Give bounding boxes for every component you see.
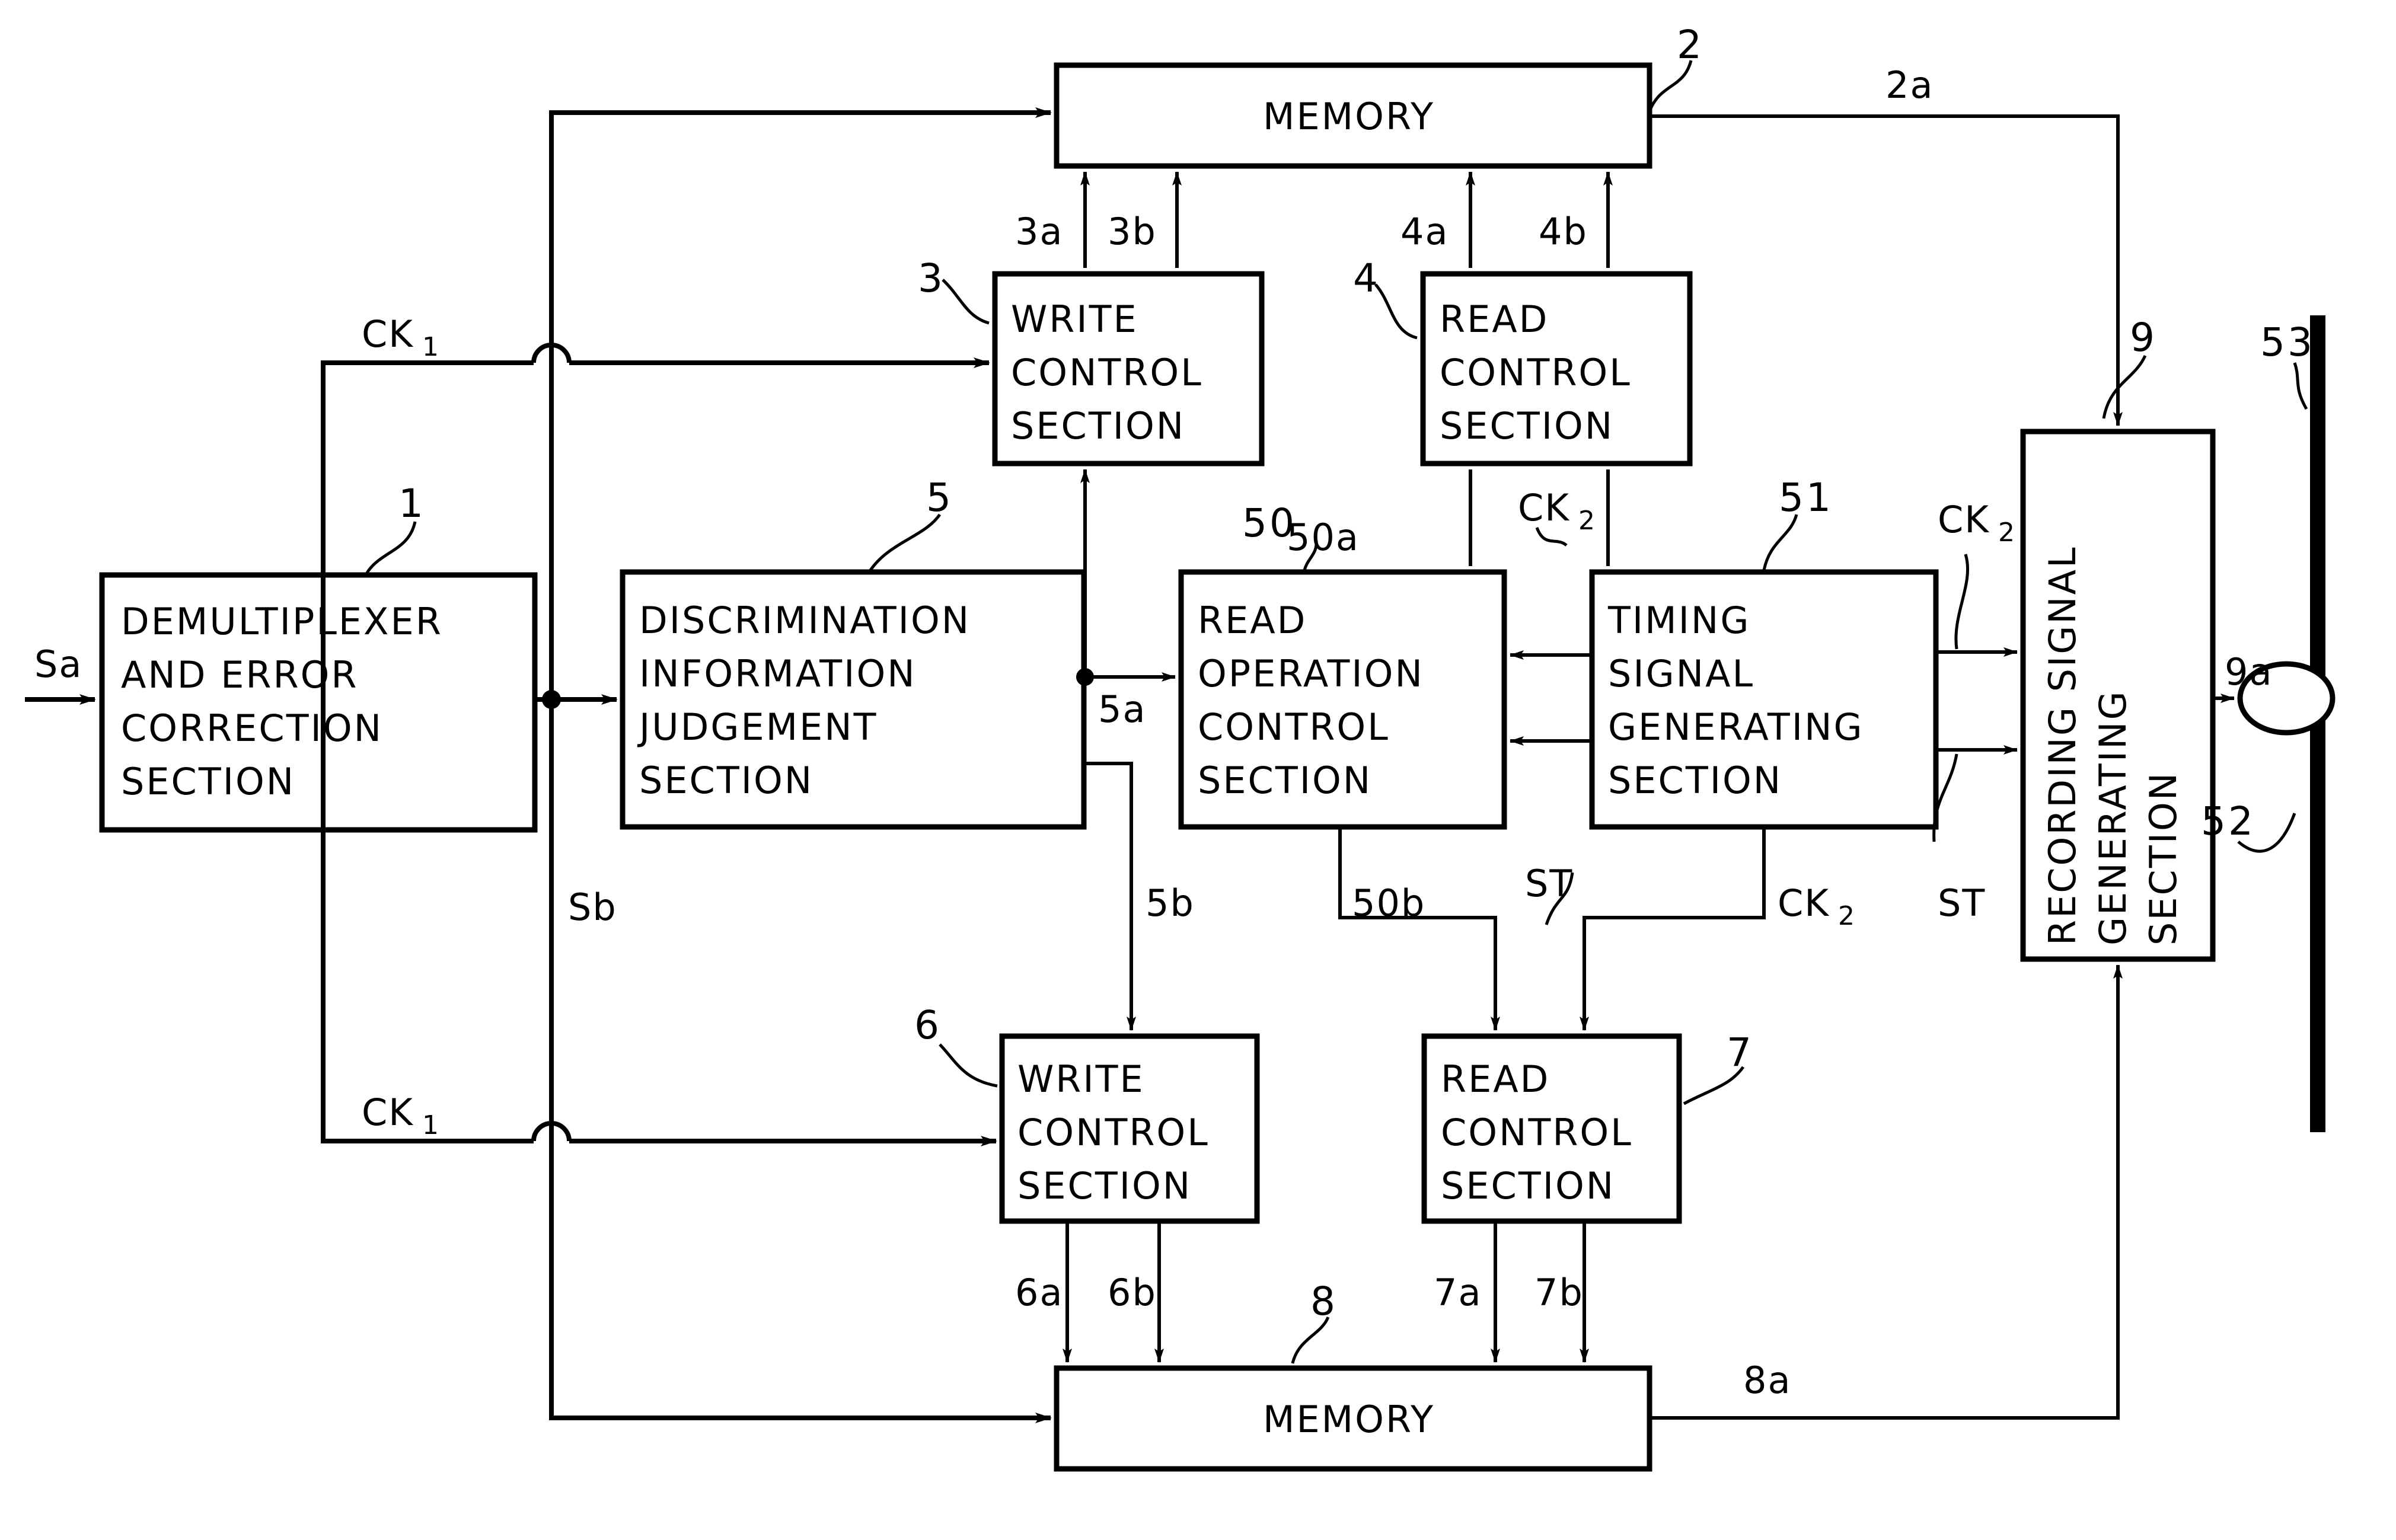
label-demux-line-3: CORRECTION bbox=[121, 707, 383, 750]
label-4b: 4b bbox=[1539, 210, 1588, 253]
ref-1: 1 bbox=[398, 481, 426, 526]
ref-5: 5 bbox=[926, 475, 953, 520]
label-7a: 7a bbox=[1434, 1271, 1482, 1314]
label-8a: 8a bbox=[1743, 1359, 1791, 1402]
label-sb: Sb bbox=[568, 886, 617, 929]
label-ck2-b-sub: 2 bbox=[1838, 901, 1855, 931]
label-discrim-line-2: INFORMATION bbox=[639, 652, 917, 695]
label-ck2-c: CK bbox=[1938, 498, 1990, 541]
label-ck1-lower-sub: 1 bbox=[422, 1110, 439, 1140]
label-recording-line-2: GENERATING bbox=[2091, 689, 2135, 945]
label-5b: 5b bbox=[1146, 881, 1195, 925]
label-50a: 50a bbox=[1287, 516, 1360, 559]
label-timing-line-1: TIMING bbox=[1607, 599, 1750, 642]
ref-8: 8 bbox=[1310, 1279, 1338, 1324]
ref-6: 6 bbox=[914, 1002, 942, 1048]
label-readop-line-1: READ bbox=[1198, 599, 1307, 642]
ref-50: 50 bbox=[1242, 500, 1297, 546]
label-7b: 7b bbox=[1534, 1271, 1584, 1314]
label-ck2-b: CK bbox=[1778, 881, 1830, 925]
label-timing-line-3: GENERATING bbox=[1608, 705, 1864, 749]
label-st-a: ST bbox=[1525, 862, 1573, 905]
label-ck2-a-sub: 2 bbox=[1578, 506, 1595, 536]
label-read4-line-1: READ bbox=[1440, 298, 1549, 341]
label-ck1-upper-sub: 1 bbox=[422, 332, 439, 362]
ref-51: 51 bbox=[1779, 475, 1833, 520]
label-read7-line-3: SECTION bbox=[1441, 1164, 1615, 1207]
label-6b: 6b bbox=[1108, 1271, 1157, 1314]
label-ck1-upper: CK bbox=[362, 312, 414, 356]
ref-53: 53 bbox=[2260, 319, 2315, 365]
ref-3: 3 bbox=[918, 255, 945, 301]
diagram-text-layer: DEMULTIPLEXER AND ERROR CORRECTION SECTI… bbox=[34, 22, 2315, 1441]
label-3b: 3b bbox=[1108, 210, 1157, 253]
label-demux-line-2: AND ERROR bbox=[121, 653, 358, 696]
label-timing-line-4: SECTION bbox=[1608, 759, 1782, 802]
label-ck1-lower: CK bbox=[362, 1091, 414, 1134]
label-ck2-a: CK bbox=[1518, 486, 1570, 529]
label-read7-line-2: CONTROL bbox=[1441, 1111, 1633, 1154]
label-write6-line-3: SECTION bbox=[1017, 1164, 1192, 1207]
label-read4-line-2: CONTROL bbox=[1440, 351, 1632, 394]
ref-7: 7 bbox=[1727, 1030, 1754, 1075]
ref-9: 9 bbox=[2130, 315, 2157, 360]
label-50b: 50b bbox=[1352, 881, 1425, 925]
label-recording-line-3: SECTION bbox=[2142, 771, 2185, 945]
label-write6-line-2: CONTROL bbox=[1017, 1111, 1210, 1154]
label-timing-line-2: SIGNAL bbox=[1608, 652, 1754, 695]
label-write3-line-2: CONTROL bbox=[1011, 351, 1203, 394]
ref-2: 2 bbox=[1677, 22, 1704, 68]
ref-52: 52 bbox=[2201, 798, 2255, 844]
label-recording-line-1: RECORDING SIGNAL bbox=[2041, 545, 2084, 945]
patent-block-diagram: DEMULTIPLEXER AND ERROR CORRECTION SECTI… bbox=[0, 0, 2396, 1540]
label-discrim-line-4: SECTION bbox=[639, 759, 813, 802]
label-read7-line-1: READ bbox=[1441, 1057, 1550, 1101]
label-read4-line-3: SECTION bbox=[1440, 404, 1614, 448]
label-discrim-line-3: JUDGEMENT bbox=[637, 705, 878, 749]
label-readop-line-4: SECTION bbox=[1198, 759, 1372, 802]
label-2a: 2a bbox=[1885, 63, 1934, 107]
label-write6-line-1: WRITE bbox=[1017, 1057, 1145, 1101]
label-4a: 4a bbox=[1400, 210, 1449, 253]
label-readop-line-2: OPERATION bbox=[1198, 652, 1424, 695]
label-5a: 5a bbox=[1098, 688, 1146, 731]
label-6a: 6a bbox=[1015, 1271, 1063, 1314]
label-write3-line-3: SECTION bbox=[1011, 404, 1185, 448]
label-3a: 3a bbox=[1015, 210, 1063, 253]
label-demux-line-1: DEMULTIPLEXER bbox=[121, 600, 443, 643]
label-ck2-c-sub: 2 bbox=[1998, 517, 2015, 548]
label-readop-line-3: CONTROL bbox=[1198, 705, 1390, 749]
label-memory-top: MEMORY bbox=[1263, 95, 1435, 138]
label-st-b: ST bbox=[1938, 881, 1986, 925]
label-memory-bottom: MEMORY bbox=[1263, 1398, 1435, 1441]
label-sa: Sa bbox=[34, 643, 82, 686]
label-9a: 9a bbox=[2225, 650, 2273, 694]
label-demux-line-4: SECTION bbox=[121, 760, 295, 803]
ref-4: 4 bbox=[1353, 255, 1380, 301]
label-write3-line-1: WRITE bbox=[1011, 298, 1138, 341]
label-discrim-line-1: DISCRIMINATION bbox=[639, 599, 971, 642]
